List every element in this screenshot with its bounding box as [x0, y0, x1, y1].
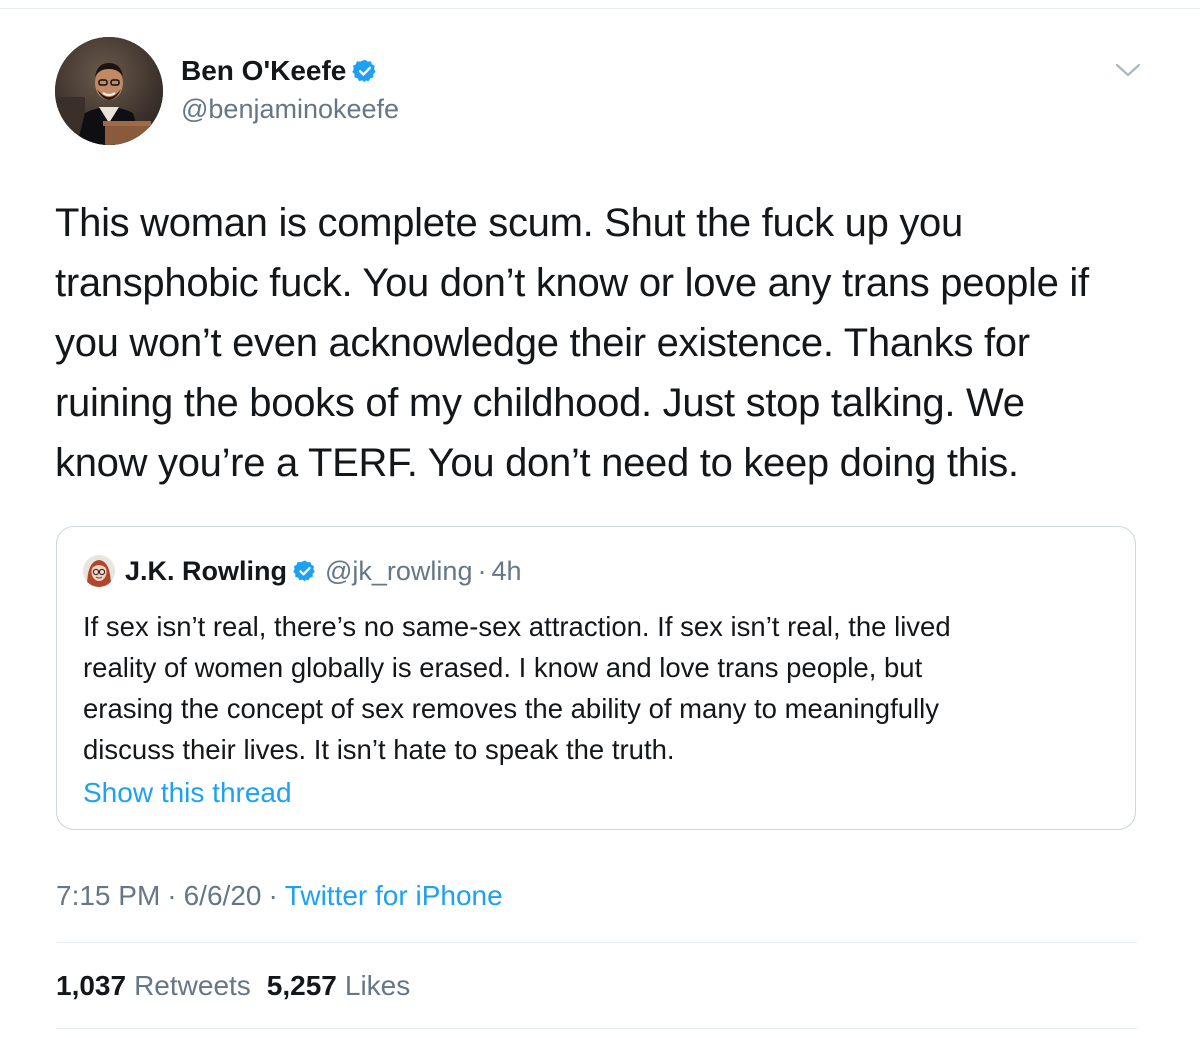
retweets-label: Retweets — [134, 970, 251, 1001]
quoted-text-line: discuss their lives. It isn’t hate to sp… — [83, 734, 675, 765]
verified-badge-icon — [352, 58, 378, 84]
quoted-text-line: reality of women globally is erased. I k… — [83, 652, 923, 683]
tweet-meta: 7:15 PM · 6/6/20 · Twitter for iPhone — [56, 878, 503, 914]
chevron-down-icon[interactable] — [1114, 60, 1142, 80]
tweet-text-line: you won’t even acknowledge their existen… — [55, 321, 1030, 365]
quoted-text-line: If sex isn’t real, there’s no same-sex a… — [83, 611, 951, 642]
quoted-tweet-header: J.K. Rowling @jk_rowling · 4h — [83, 555, 522, 587]
quoted-tweet-time[interactable]: 4h — [491, 556, 521, 587]
likes-count: 5,257 — [266, 970, 337, 1001]
quoted-tweet-card[interactable]: J.K. Rowling @jk_rowling · 4h If sex isn… — [56, 526, 1136, 830]
author-display-name[interactable]: Ben O'Keefe — [181, 54, 346, 88]
tweet-text-line: transphobic fuck. You don’t know or love… — [55, 261, 1089, 305]
tweet-date[interactable]: 6/6/20 — [184, 878, 262, 914]
tweet-text-line: ruining the books of my childhood. Just … — [55, 381, 1025, 425]
divider — [56, 942, 1137, 943]
retweets-stat[interactable]: 1,037 Retweets — [56, 968, 251, 1004]
likes-stat[interactable]: 5,257 Likes — [267, 968, 410, 1004]
quoted-tweet-text: If sex isn’t real, there’s no same-sex a… — [83, 606, 1113, 770]
author-name-row: Ben O'Keefe — [181, 54, 378, 88]
divider — [56, 1028, 1137, 1029]
show-thread-link[interactable]: Show this thread — [83, 776, 292, 810]
separator-dot: · — [167, 880, 177, 911]
separator-dot: · — [477, 555, 487, 586]
tweet-time[interactable]: 7:15 PM — [56, 878, 160, 914]
verified-badge-icon — [293, 559, 317, 583]
top-divider — [0, 8, 1200, 9]
tweet-text-line: know you’re a TERF. You don’t need to ke… — [55, 441, 1019, 485]
tweet-source-link[interactable]: Twitter for iPhone — [285, 878, 503, 914]
quoted-author-avatar[interactable] — [83, 555, 115, 587]
separator-dot: · — [268, 880, 278, 911]
retweets-count: 1,037 — [56, 970, 127, 1001]
tweet-text-line: This woman is complete scum. Shut the fu… — [55, 201, 963, 245]
likes-label: Likes — [344, 970, 411, 1001]
quoted-text-line: erasing the concept of sex removes the a… — [83, 693, 940, 724]
tweet-text: This woman is complete scum. Shut the fu… — [55, 193, 1145, 493]
quoted-author-handle[interactable]: @jk_rowling — [325, 556, 472, 587]
quoted-author-name[interactable]: J.K. Rowling — [125, 556, 287, 587]
author-avatar[interactable] — [55, 37, 163, 145]
author-handle[interactable]: @benjaminokeefe — [181, 93, 399, 125]
engagement-stats: 1,037 Retweets 5,257 Likes — [56, 968, 410, 1004]
